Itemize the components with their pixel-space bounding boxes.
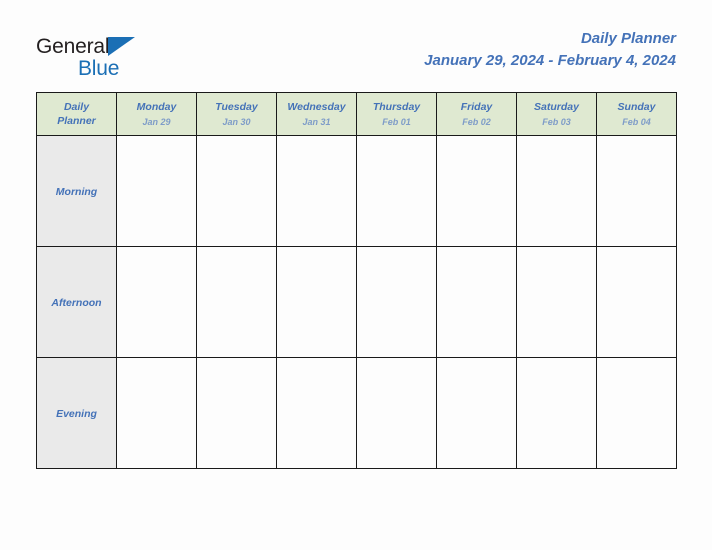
daily-planner-page: General Blue Daily Planner January 29, 2…: [0, 0, 712, 550]
page-header: General Blue Daily Planner January 29, 2…: [36, 28, 676, 86]
page-title: Daily Planner: [580, 30, 676, 47]
day-name: Monday: [136, 100, 177, 113]
header-cell-sunday: Sunday Feb 04: [596, 92, 677, 136]
row-label-text: Morning: [55, 186, 98, 198]
day-date: Jan 29: [142, 116, 171, 127]
slot-afternoon-sunday[interactable]: [596, 246, 677, 358]
day-name: Sunday: [617, 100, 656, 113]
day-name: Saturday: [534, 100, 579, 113]
slot-morning-monday[interactable]: [116, 135, 197, 247]
slot-evening-sunday[interactable]: [596, 357, 677, 469]
slot-afternoon-monday[interactable]: [116, 246, 197, 358]
day-date: Jan 30: [222, 116, 251, 127]
day-date: Feb 03: [542, 116, 571, 127]
header-cell-tuesday: Tuesday Jan 30: [196, 92, 277, 136]
table-row-afternoon: Afternoon: [36, 246, 677, 358]
slot-morning-saturday[interactable]: [516, 135, 597, 247]
slot-afternoon-tuesday[interactable]: [196, 246, 277, 358]
row-label-morning: Morning: [36, 135, 117, 247]
date-range: January 29, 2024 - February 4, 2024: [424, 52, 676, 69]
row-label-text: Afternoon: [51, 297, 102, 309]
planner-table: Daily Planner Monday Jan 29 Tuesday Jan …: [36, 92, 677, 469]
slot-afternoon-saturday[interactable]: [516, 246, 597, 358]
slot-morning-thursday[interactable]: [356, 135, 437, 247]
slot-evening-saturday[interactable]: [516, 357, 597, 469]
logo-word-blue: Blue: [78, 57, 120, 80]
day-name: Tuesday: [215, 100, 258, 113]
table-header-row: Daily Planner Monday Jan 29 Tuesday Jan …: [36, 92, 677, 136]
corner-line-two: Planner: [57, 115, 96, 127]
slot-afternoon-thursday[interactable]: [356, 246, 437, 358]
row-label-afternoon: Afternoon: [36, 246, 117, 358]
slot-evening-thursday[interactable]: [356, 357, 437, 469]
header-corner-cell: Daily Planner: [36, 92, 117, 136]
day-date: Feb 01: [382, 116, 411, 127]
row-label-evening: Evening: [36, 357, 117, 469]
row-label-text: Evening: [56, 408, 97, 420]
day-name: Wednesday: [287, 100, 346, 113]
day-date: Jan 31: [302, 116, 331, 127]
slot-evening-wednesday[interactable]: [276, 357, 357, 469]
general-blue-logo: General Blue: [36, 34, 226, 86]
triangle-icon: [108, 37, 135, 56]
day-date: Feb 04: [622, 116, 651, 127]
table-row-evening: Evening: [36, 357, 677, 469]
corner-line-one: Daily: [63, 101, 90, 113]
day-name: Thursday: [372, 100, 421, 113]
slot-morning-sunday[interactable]: [596, 135, 677, 247]
slot-evening-monday[interactable]: [116, 357, 197, 469]
header-cell-monday: Monday Jan 29: [116, 92, 197, 136]
slot-evening-friday[interactable]: [436, 357, 517, 469]
day-name: Friday: [460, 100, 493, 113]
header-cell-saturday: Saturday Feb 03: [516, 92, 597, 136]
slot-afternoon-friday[interactable]: [436, 246, 517, 358]
slot-evening-tuesday[interactable]: [196, 357, 277, 469]
header-cell-thursday: Thursday Feb 01: [356, 92, 437, 136]
day-date: Feb 02: [462, 116, 491, 127]
table-row-morning: Morning: [36, 135, 677, 247]
slot-morning-tuesday[interactable]: [196, 135, 277, 247]
header-cell-friday: Friday Feb 02: [436, 92, 517, 136]
slot-morning-wednesday[interactable]: [276, 135, 357, 247]
header-cell-wednesday: Wednesday Jan 31: [276, 92, 357, 136]
slot-afternoon-wednesday[interactable]: [276, 246, 357, 358]
title-block: Daily Planner January 29, 2024 - Februar…: [424, 28, 676, 72]
slot-morning-friday[interactable]: [436, 135, 517, 247]
